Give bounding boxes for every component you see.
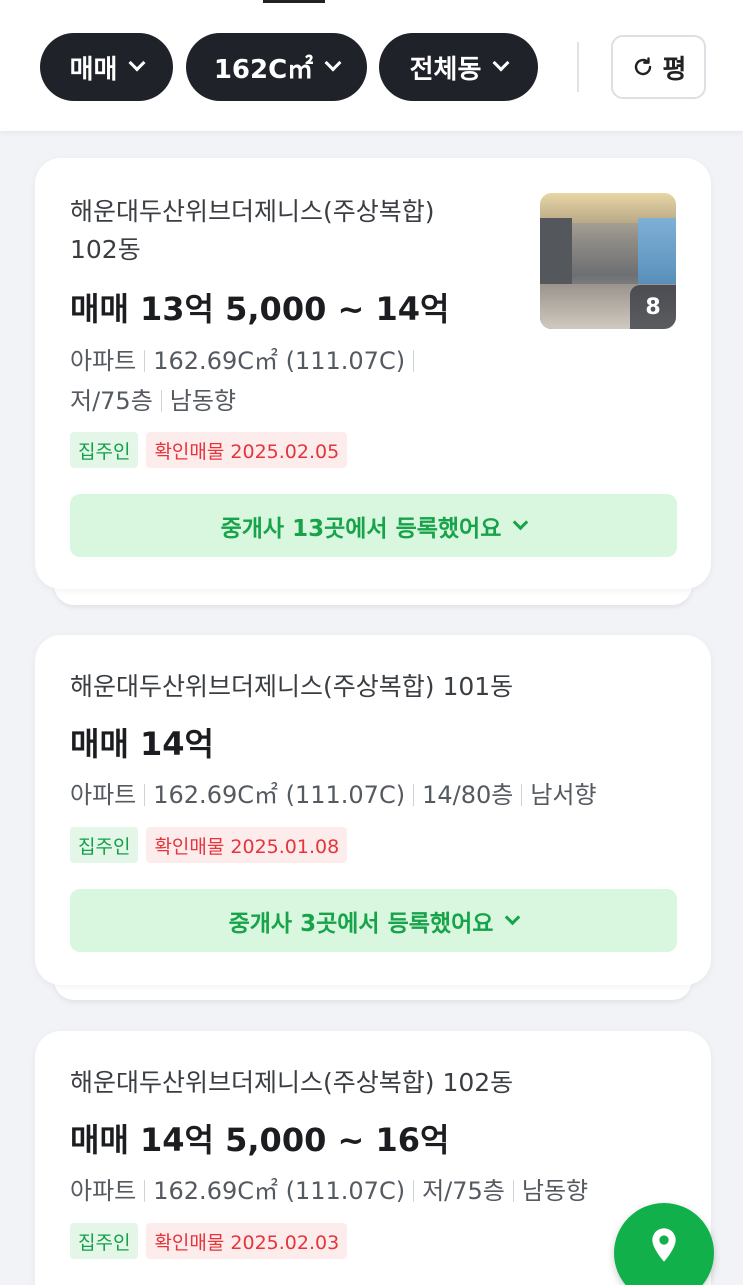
chevron-down-icon (492, 54, 510, 72)
property-floor: 저/75층 (422, 1177, 505, 1205)
property-direction: 남동향 (169, 387, 237, 415)
listing-title: 해운대두산위브더제니스(주상복합) 102동 (70, 193, 435, 269)
property-area: 162.69C㎡ (111.07C) (153, 1177, 406, 1205)
property-type: 아파트 (70, 347, 137, 375)
listing-price: 매매 14억 5,000 ~ 16억 (70, 1121, 450, 1159)
trade-type-filter[interactable]: 매매 (40, 33, 173, 101)
listing-meta: 아파트 162.69C㎡ (111.07C) 저/75층 남동향 (70, 1171, 588, 1211)
area-filter[interactable]: 162C㎡ (186, 33, 367, 101)
verified-tag: 확인매물 2025.02.05 (146, 432, 348, 468)
listing-tags: 집주인 확인매물 2025.01.08 (70, 827, 348, 863)
property-direction: 남동향 (521, 1177, 589, 1205)
property-area: 162.69C㎡ (111.07C) (153, 347, 406, 375)
listing-card[interactable]: 해운대두산위브더제니스(주상복합) 101동 매매 14억 아파트 162.69… (35, 635, 711, 985)
listing-card[interactable]: 해운대두산위브더제니스(주상복합) 102동 매매 13억 5,000 ~ 14… (35, 158, 711, 589)
trade-type-label: 매매 (69, 54, 118, 85)
listing-title-line: 102동 (70, 235, 141, 264)
verified-tag: 확인매물 2025.01.08 (146, 827, 348, 863)
property-floor: 14/80층 (422, 781, 514, 809)
chevron-down-icon (505, 909, 521, 926)
listing-meta: 아파트 162.69C㎡ (111.07C) 저/75층 남동향 (70, 341, 470, 421)
tab-indicator (263, 0, 325, 3)
unit-toggle-label: 평 (662, 54, 687, 85)
owner-tag: 집주인 (70, 432, 139, 468)
property-direction: 남서향 (530, 781, 597, 809)
listing-price: 매매 14억 (70, 725, 214, 763)
listing-tags: 집주인 확인매물 2025.02.03 (70, 1223, 348, 1259)
agent-list-label: 중개사 3곳에서 등록했어요 (228, 910, 494, 937)
property-type: 아파트 (70, 781, 137, 809)
owner-tag: 집주인 (70, 827, 139, 863)
listing-title: 해운대두산위브더제니스(주상복합) 101동 (70, 672, 514, 701)
refresh-icon (634, 57, 651, 76)
listing-meta: 아파트 162.69C㎡ (111.07C) 14/80층 남서향 (70, 775, 597, 815)
listing-tags: 집주인 확인매물 2025.02.05 (70, 432, 348, 468)
unit-toggle-button[interactable]: 평 (611, 35, 706, 99)
verified-tag: 확인매물 2025.02.03 (146, 1223, 348, 1259)
area-label: 162C㎡ (213, 54, 314, 85)
property-floor: 저/75층 (70, 387, 153, 415)
chevron-down-icon (128, 54, 146, 72)
property-type: 아파트 (70, 1177, 137, 1205)
chevron-down-icon (513, 514, 529, 531)
listing-title: 해운대두산위브더제니스(주상복합) 102동 (70, 1068, 514, 1097)
agent-list-label: 중개사 13곳에서 등록했어요 (220, 515, 502, 542)
filter-bar: 매매 162C㎡ 전체동 평 (0, 0, 743, 131)
listing-title-line: 해운대두산위브더제니스(주상복합) (70, 197, 435, 226)
chevron-down-icon (324, 54, 342, 72)
agent-list-button[interactable]: 중개사 13곳에서 등록했어요 (70, 494, 677, 557)
photo-count-badge: 8 (630, 285, 676, 329)
building-filter[interactable]: 전체동 (379, 33, 538, 101)
property-area: 162.69C㎡ (111.07C) (153, 781, 406, 809)
owner-tag: 집주인 (70, 1223, 139, 1259)
listing-photo[interactable]: 8 (540, 193, 676, 329)
listing-price: 매매 13억 5,000 ~ 14억 (70, 290, 450, 328)
agent-list-button[interactable]: 중개사 3곳에서 등록했어요 (70, 889, 677, 952)
building-label: 전체동 (409, 54, 482, 85)
map-pin-icon (652, 1228, 676, 1262)
listing-card[interactable]: 해운대두산위브더제니스(주상복합) 102동 매매 14억 5,000 ~ 16… (35, 1031, 711, 1285)
filter-divider (577, 42, 579, 92)
